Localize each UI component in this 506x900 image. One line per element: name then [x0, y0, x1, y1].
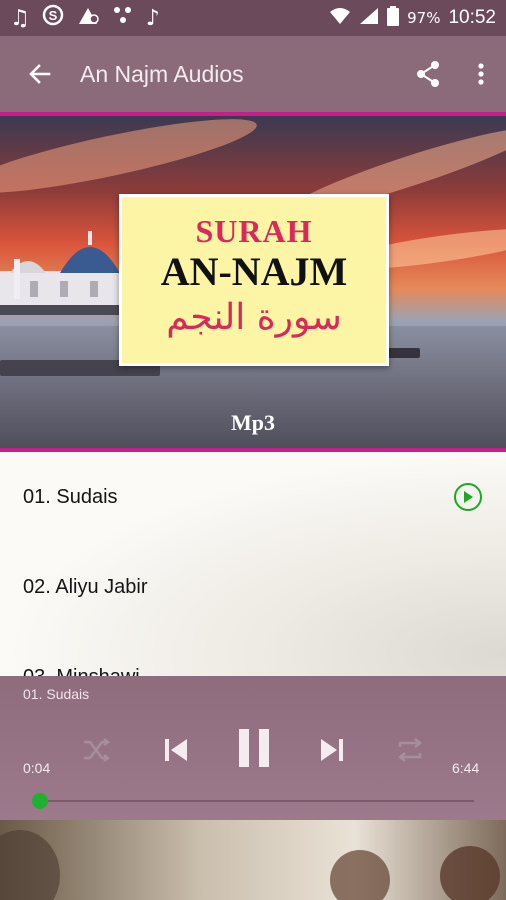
title-card: SURAH AN-NAJM سورة النجم [119, 194, 389, 366]
dots-icon [112, 4, 134, 32]
more-vert-icon [478, 63, 484, 85]
banner-line2: AN-NAJM [160, 249, 348, 294]
battery-percent: 97% [407, 9, 441, 27]
elapsed-time: 0:04 [23, 760, 51, 776]
banner-caption: Mp3 [231, 410, 275, 435]
music-note-icon: ♫ [10, 5, 30, 31]
battery-icon [387, 6, 400, 30]
list-item[interactable]: 02. Aliyu Jabir [0, 542, 506, 632]
arrow-left-icon [29, 64, 51, 84]
more-options-button[interactable] [456, 62, 506, 86]
clock: 10:52 [448, 7, 496, 28]
repeat-button[interactable] [392, 732, 428, 768]
skip-previous-icon [165, 739, 187, 761]
status-bar: ♫ S ♪ 97% 10:52 [0, 0, 506, 36]
svg-text:S: S [48, 8, 57, 23]
play-button[interactable] [454, 483, 482, 511]
status-notification-icons: ♫ S ♪ [10, 4, 160, 32]
notification-icon [76, 4, 100, 32]
signal-icon [359, 7, 379, 29]
banner-arabic-title: سورة النجم [166, 297, 342, 338]
banner-line1: SURAH [195, 213, 313, 249]
play-icon [464, 491, 473, 503]
wifi-icon [329, 7, 351, 29]
music-note-icon: ♪ [145, 5, 160, 31]
media-player: 01. Sudais 0:04 6:44 [0, 676, 506, 820]
share-button[interactable] [400, 60, 456, 88]
pause-icon [239, 729, 269, 767]
shuffle-button[interactable] [78, 732, 114, 768]
skip-next-icon [321, 739, 343, 761]
list-item[interactable]: 01. Sudais [0, 452, 506, 542]
total-duration: 6:44 [452, 760, 480, 776]
next-button[interactable] [312, 730, 352, 770]
track-title: 02. Aliyu Jabir [23, 575, 148, 598]
previous-button[interactable] [156, 730, 196, 770]
playlist: 01. Sudais 02. Aliyu Jabir 03. Minshawi [0, 452, 506, 676]
album-art-banner: SURAH AN-NAJM سورة النجم Mp3 [0, 112, 506, 452]
share-icon [417, 61, 439, 87]
seek-thumb[interactable] [32, 793, 49, 809]
back-button[interactable] [0, 61, 80, 87]
page-title: An Najm Audios [80, 60, 244, 87]
shuffle-icon [84, 738, 110, 762]
seek-bar[interactable] [36, 800, 474, 802]
background-image-strip [0, 820, 506, 900]
track-title: 03. Minshawi [23, 666, 140, 677]
pause-button[interactable] [230, 722, 278, 774]
now-playing-title: 01. Sudais [23, 686, 90, 702]
app-bar: An Najm Audios [0, 36, 506, 112]
skype-icon: S [42, 4, 64, 32]
list-item[interactable]: 03. Minshawi [0, 632, 506, 677]
track-title: 01. Sudais [23, 485, 118, 508]
repeat-icon [397, 738, 423, 762]
